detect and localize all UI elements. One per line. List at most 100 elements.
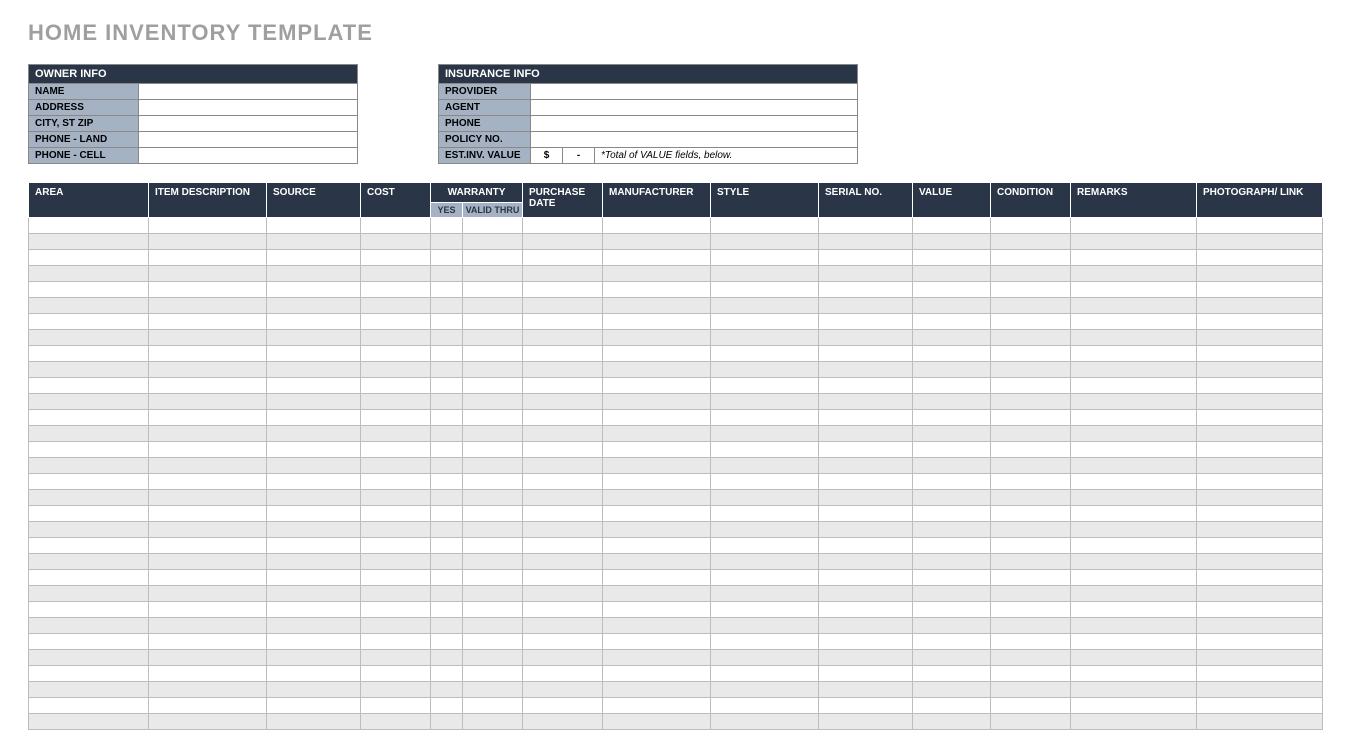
cell[interactable] (361, 250, 431, 266)
cell[interactable] (431, 538, 463, 554)
cell[interactable] (431, 442, 463, 458)
cell[interactable] (711, 490, 819, 506)
cell[interactable] (523, 298, 603, 314)
cell[interactable] (267, 586, 361, 602)
cell[interactable] (991, 618, 1071, 634)
cell[interactable] (463, 554, 523, 570)
cell[interactable] (603, 410, 711, 426)
cell[interactable] (991, 682, 1071, 698)
cell[interactable] (523, 426, 603, 442)
cell[interactable] (711, 666, 819, 682)
cell[interactable] (819, 698, 913, 714)
cell[interactable] (267, 298, 361, 314)
cell[interactable] (1197, 698, 1323, 714)
cell[interactable] (819, 522, 913, 538)
cell[interactable] (819, 362, 913, 378)
cell[interactable] (523, 234, 603, 250)
cell[interactable] (991, 346, 1071, 362)
cell[interactable] (523, 698, 603, 714)
cell[interactable] (711, 378, 819, 394)
cell[interactable] (361, 698, 431, 714)
cell[interactable] (711, 522, 819, 538)
cell[interactable] (149, 394, 267, 410)
cell[interactable] (711, 650, 819, 666)
cell[interactable] (463, 234, 523, 250)
cell[interactable] (149, 282, 267, 298)
cell[interactable] (603, 218, 711, 234)
cell[interactable] (149, 250, 267, 266)
cell[interactable] (1197, 410, 1323, 426)
insurance-agent-value[interactable] (531, 100, 858, 116)
cell[interactable] (1197, 282, 1323, 298)
cell[interactable] (361, 458, 431, 474)
cell[interactable] (991, 394, 1071, 410)
cell[interactable] (463, 602, 523, 618)
cell[interactable] (603, 602, 711, 618)
cell[interactable] (463, 666, 523, 682)
cell[interactable] (29, 570, 149, 586)
cell[interactable] (1071, 522, 1197, 538)
cell[interactable] (1071, 682, 1197, 698)
cell[interactable] (267, 378, 361, 394)
cell[interactable] (149, 650, 267, 666)
cell[interactable] (1197, 554, 1323, 570)
cell[interactable] (991, 250, 1071, 266)
cell[interactable] (1071, 234, 1197, 250)
cell[interactable] (913, 234, 991, 250)
cell[interactable] (819, 426, 913, 442)
cell[interactable] (361, 474, 431, 490)
cell[interactable] (1071, 218, 1197, 234)
cell[interactable] (523, 250, 603, 266)
cell[interactable] (711, 394, 819, 410)
cell[interactable] (29, 250, 149, 266)
cell[interactable] (463, 650, 523, 666)
cell[interactable] (523, 314, 603, 330)
cell[interactable] (819, 506, 913, 522)
cell[interactable] (1197, 394, 1323, 410)
cell[interactable] (603, 394, 711, 410)
cell[interactable] (431, 458, 463, 474)
cell[interactable] (361, 298, 431, 314)
cell[interactable] (1197, 362, 1323, 378)
cell[interactable] (29, 362, 149, 378)
cell[interactable] (1071, 586, 1197, 602)
cell[interactable] (149, 698, 267, 714)
cell[interactable] (1197, 346, 1323, 362)
cell[interactable] (1071, 362, 1197, 378)
cell[interactable] (1197, 458, 1323, 474)
cell[interactable] (29, 522, 149, 538)
cell[interactable] (431, 314, 463, 330)
cell[interactable] (267, 698, 361, 714)
cell[interactable] (991, 698, 1071, 714)
cell[interactable] (1197, 314, 1323, 330)
cell[interactable] (29, 346, 149, 362)
cell[interactable] (267, 634, 361, 650)
cell[interactable] (1197, 506, 1323, 522)
cell[interactable] (819, 554, 913, 570)
cell[interactable] (267, 346, 361, 362)
cell[interactable] (991, 362, 1071, 378)
cell[interactable] (603, 666, 711, 682)
cell[interactable] (991, 666, 1071, 682)
cell[interactable] (463, 282, 523, 298)
cell[interactable] (431, 522, 463, 538)
cell[interactable] (711, 442, 819, 458)
cell[interactable] (991, 266, 1071, 282)
cell[interactable] (463, 522, 523, 538)
cell[interactable] (819, 714, 913, 730)
cell[interactable] (711, 698, 819, 714)
cell[interactable] (29, 394, 149, 410)
cell[interactable] (149, 442, 267, 458)
cell[interactable] (149, 410, 267, 426)
cell[interactable] (29, 586, 149, 602)
cell[interactable] (1071, 282, 1197, 298)
cell[interactable] (991, 554, 1071, 570)
cell[interactable] (361, 218, 431, 234)
cell[interactable] (149, 346, 267, 362)
cell[interactable] (523, 602, 603, 618)
cell[interactable] (431, 250, 463, 266)
cell[interactable] (149, 714, 267, 730)
cell[interactable] (267, 282, 361, 298)
cell[interactable] (819, 586, 913, 602)
cell[interactable] (1071, 618, 1197, 634)
